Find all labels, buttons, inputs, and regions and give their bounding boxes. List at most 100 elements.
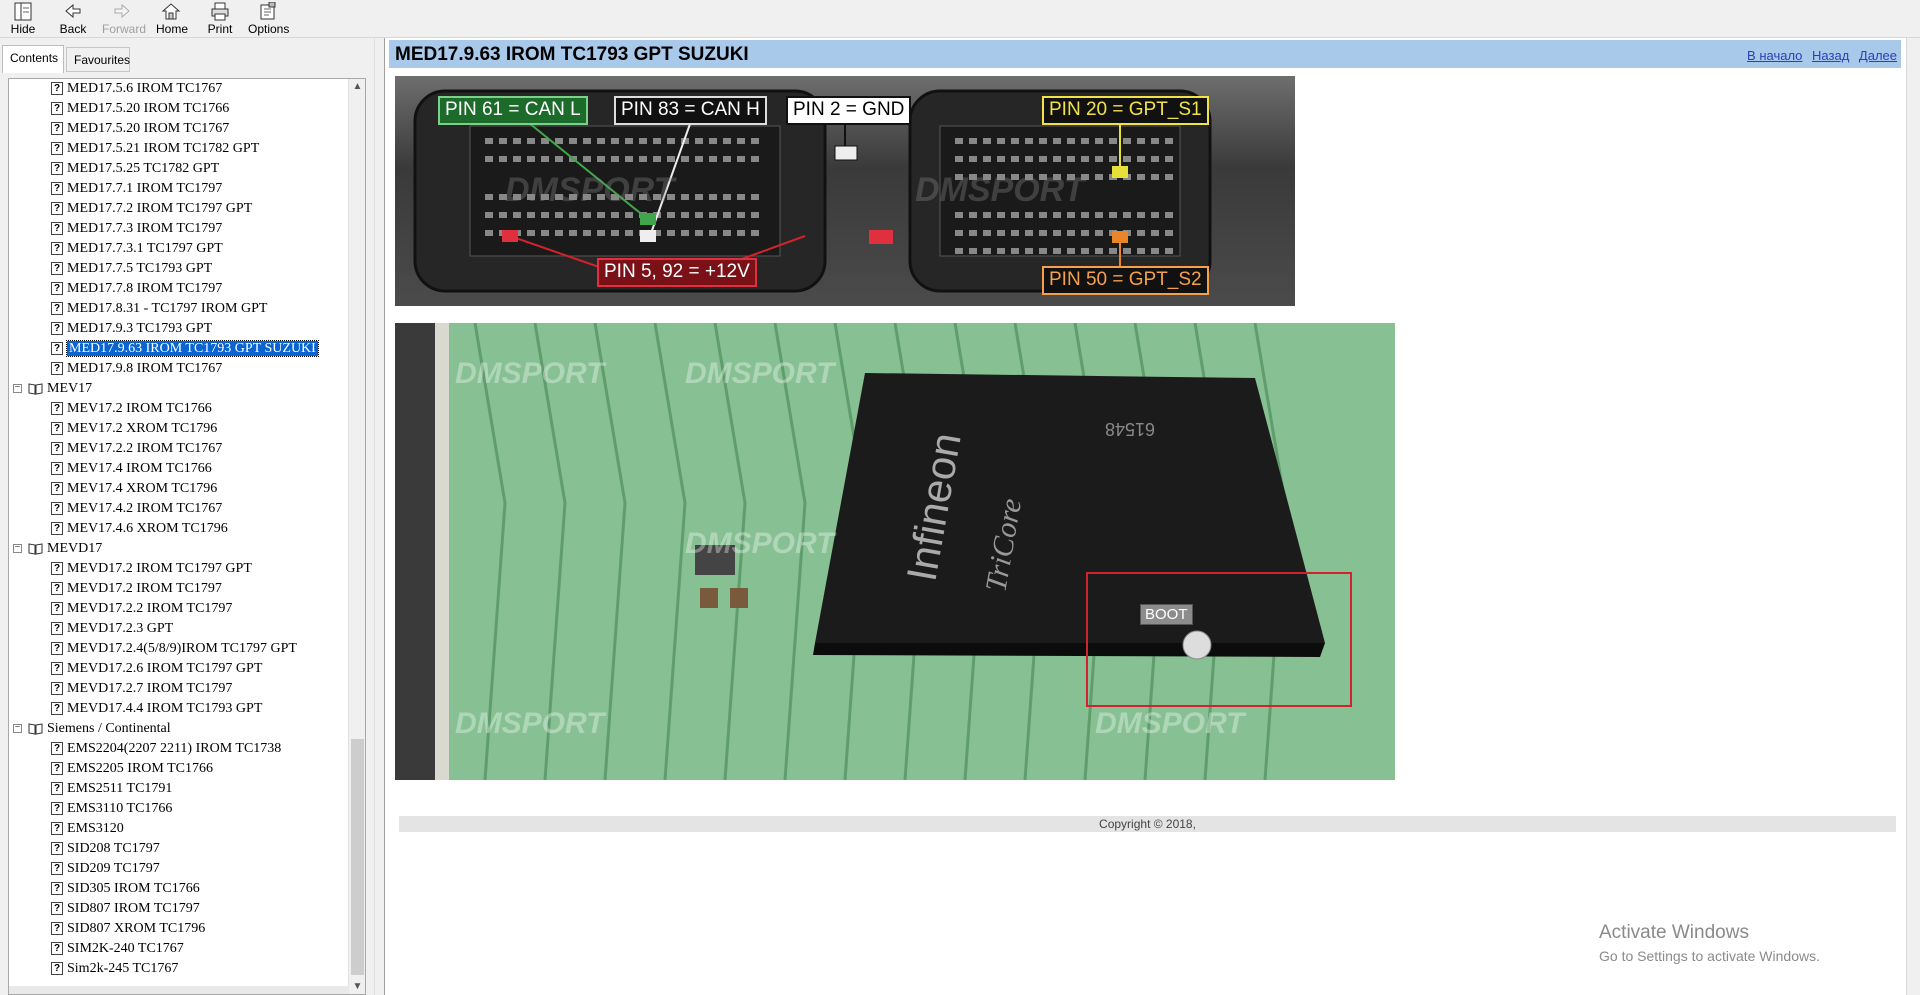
tree-topic-item[interactable]: ? MEV17.2.2 IROM TC1767: [51, 439, 222, 459]
connector-pin: [955, 230, 963, 236]
tree-topic-item[interactable]: ? MEV17.4.2 IROM TC1767: [51, 499, 222, 519]
connector-pin: [513, 156, 521, 162]
pane-splitter[interactable]: [374, 38, 384, 995]
help-page-icon: ?: [51, 142, 63, 156]
tree-topic-item[interactable]: ? SID807 IROM TC1797: [51, 899, 200, 919]
tree-topic-item[interactable]: ? MED17.7.2 IROM TC1797 GPT: [51, 199, 252, 219]
tree-topic-item[interactable]: ? MEVD17.2 IROM TC1797 GPT: [51, 559, 252, 579]
tree-topic-item[interactable]: ? MED17.9.8 IROM TC1767: [51, 359, 222, 379]
tree-topic-item[interactable]: ? MED17.7.1 IROM TC1797: [51, 179, 222, 199]
back-button[interactable]: Back: [58, 0, 88, 38]
connector-pin: [625, 156, 633, 162]
connector-pin: [1053, 212, 1061, 218]
tree-topic-item[interactable]: ? MEV17.4 IROM TC1766: [51, 459, 212, 479]
chip-code-text: 61548: [1105, 419, 1155, 439]
tree-topic-item[interactable]: ? MEV17.2 IROM TC1766: [51, 399, 212, 419]
connector-pin: [611, 138, 619, 144]
tree-topic-item[interactable]: ? MED17.5.6 IROM TC1767: [51, 79, 222, 99]
tree-topic-item[interactable]: ? SID807 XROM TC1796: [51, 919, 205, 939]
tree-topic-item[interactable]: ? EMS2511 TC1791: [51, 779, 172, 799]
connector-pin: [1109, 248, 1117, 254]
tree-topic-item[interactable]: ? SID209 TC1797: [51, 859, 160, 879]
connector-pin: [723, 230, 731, 236]
connector-pin: [1011, 156, 1019, 162]
connector-pin: [667, 212, 675, 218]
options-button[interactable]: Options: [248, 0, 289, 38]
label-pin-2-gnd: PIN 2 = GND: [786, 96, 912, 125]
tree-topic-item[interactable]: ? MEVD17.4.4 IROM TC1793 GPT: [51, 699, 262, 719]
tree-topic-item[interactable]: ? MED17.9.3 TC1793 GPT: [51, 319, 212, 339]
connector-pin: [611, 156, 619, 162]
connector-pin: [723, 156, 731, 162]
tree-book-item[interactable]: − MEVD17: [13, 539, 102, 559]
tree-topic-item[interactable]: ? MEVD17.2.2 IROM TC1797: [51, 599, 232, 619]
tree-book-item[interactable]: − MEV17: [13, 379, 92, 399]
tree-book-item[interactable]: − Siemens / Continental: [13, 719, 171, 739]
open-book-icon: [28, 383, 43, 395]
tree-topic-item[interactable]: ? MED17.7.3.1 TC1797 GPT: [51, 239, 223, 259]
tree-item-label: MED17.5.20 IROM TC1766: [67, 101, 230, 116]
tree-topic-item[interactable]: ? MED17.9.63 IROM TC1793 GPT SUZUKI: [51, 339, 319, 359]
scroll-up-icon[interactable]: ▲: [352, 81, 363, 92]
tree-horizontal-scrollbar[interactable]: [9, 986, 349, 994]
connector-pin: [695, 230, 703, 236]
tree-topic-item[interactable]: ? MED17.8.31 - TC1797 IROM GPT: [51, 299, 267, 319]
connector-pin: [695, 156, 703, 162]
tree-topic-item[interactable]: ? MEV17.4.6 XROM TC1796: [51, 519, 228, 539]
tree-item-label: SID807 XROM TC1796: [67, 921, 206, 936]
tab-favourites[interactable]: Favourites: [66, 47, 130, 72]
forward-arrow-icon: [114, 3, 130, 19]
connector-pin: [997, 248, 1005, 254]
home-button[interactable]: Home: [156, 0, 188, 38]
collapse-icon[interactable]: −: [13, 543, 22, 554]
tree-topic-item[interactable]: ? EMS2205 IROM TC1766: [51, 759, 213, 779]
tree-vertical-scrollbar[interactable]: ▲ ▼: [348, 79, 365, 994]
tree-topic-item[interactable]: ? SID305 IROM TC1766: [51, 879, 200, 899]
tab-contents[interactable]: Contents: [2, 45, 64, 73]
help-page-icon: ?: [51, 882, 63, 896]
tree-topic-item[interactable]: ? MEVD17.2.7 IROM TC1797: [51, 679, 232, 699]
tree-topic-item[interactable]: ? MEV17.2 XROM TC1796: [51, 419, 217, 439]
tree-topic-item[interactable]: ? MEVD17.2.6 IROM TC1797 GPT: [51, 659, 262, 679]
tree-topic-item[interactable]: ? EMS3120: [51, 819, 124, 839]
tree-item-label: MED17.7.2 IROM TC1797 GPT: [67, 201, 253, 216]
collapse-icon[interactable]: −: [13, 723, 22, 734]
help-page-icon: ?: [51, 582, 63, 596]
link-next[interactable]: Далее: [1859, 48, 1897, 63]
help-page-icon: ?: [51, 282, 63, 296]
connector-pin: [1137, 138, 1145, 144]
tree-item-label: MEVD17: [47, 541, 103, 556]
connector-pin: [983, 156, 991, 162]
tree-topic-item[interactable]: ? MED17.5.25 TC1782 GPT: [51, 159, 219, 179]
content-vertical-scrollbar[interactable]: [1906, 38, 1920, 995]
tree-topic-item[interactable]: ? MEVD17.2.3 GPT: [51, 619, 173, 639]
scroll-thumb[interactable]: [351, 739, 364, 975]
board-watermark-4: DMSPORT: [455, 707, 607, 740]
tree-topic-item[interactable]: ? MED17.5.20 IROM TC1766: [51, 99, 229, 119]
tree-topic-item[interactable]: ? MED17.7.5 TC1793 GPT: [51, 259, 212, 279]
tree-topic-item[interactable]: ? MED17.7.8 IROM TC1797: [51, 279, 222, 299]
tree-topic-item[interactable]: ? Sim2k-245 TC1767: [51, 959, 178, 979]
tree-topic-item[interactable]: ? EMS3110 TC1766: [51, 799, 172, 819]
link-home[interactable]: В начало: [1747, 48, 1802, 63]
collapse-icon[interactable]: −: [13, 383, 22, 394]
hide-button[interactable]: Hide: [8, 0, 38, 38]
connector-pin: [485, 212, 493, 218]
tree-item-label: MED17.7.8 IROM TC1797: [67, 281, 223, 296]
tree-topic-item[interactable]: ? EMS2204(2207 2211) IROM TC1738: [51, 739, 281, 759]
tree-topic-item[interactable]: ? SIM2K-240 TC1767: [51, 939, 184, 959]
connector-pin: [955, 248, 963, 254]
tree-topic-item[interactable]: ? MED17.7.3 IROM TC1797: [51, 219, 222, 239]
tree-topic-item[interactable]: ? MEVD17.2 IROM TC1797: [51, 579, 222, 599]
tree-topic-item[interactable]: ? MEV17.4 XROM TC1796: [51, 479, 217, 499]
tree-topic-item[interactable]: ? MED17.5.21 IROM TC1782 GPT: [51, 139, 259, 159]
tree-topic-item[interactable]: ? MEVD17.2.4(5/8/9)IROM TC1797 GPT: [51, 639, 297, 659]
scroll-down-icon[interactable]: ▼: [352, 981, 363, 992]
forward-button[interactable]: Forward: [102, 0, 146, 38]
connector-pin: [983, 248, 991, 254]
connector-pin: [541, 212, 549, 218]
link-back[interactable]: Назад: [1812, 48, 1849, 63]
tree-topic-item[interactable]: ? MED17.5.20 IROM TC1767: [51, 119, 229, 139]
print-button[interactable]: Print: [206, 0, 234, 38]
tree-topic-item[interactable]: ? SID208 TC1797: [51, 839, 160, 859]
